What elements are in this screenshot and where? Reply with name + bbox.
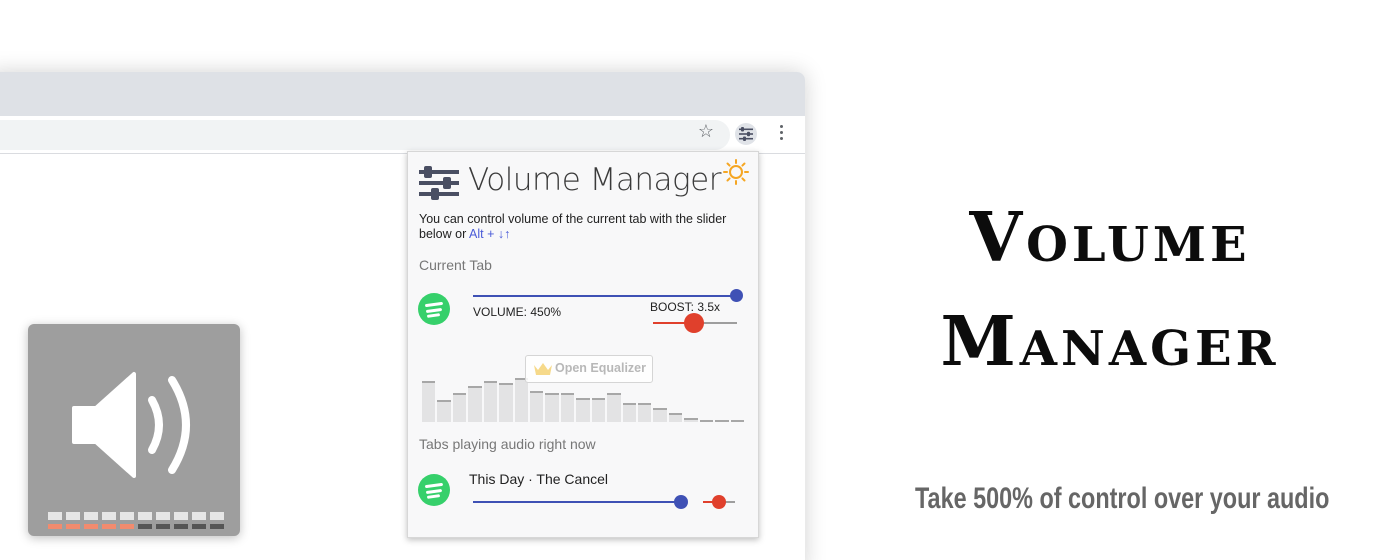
equalizer-band — [452, 393, 467, 422]
equalizer-band — [560, 393, 575, 422]
browser-menu-icon[interactable] — [778, 125, 784, 143]
bookmark-star-icon[interactable]: ☆ — [697, 122, 715, 140]
boost-value-label: BOOST: 3.5x — [650, 300, 721, 314]
level-meter-indicator — [156, 524, 170, 529]
equalizer-band — [514, 378, 528, 422]
tab-title[interactable]: This Day · The Cancel — [469, 471, 608, 487]
tab-strip — [0, 72, 805, 116]
equalizer-band — [499, 383, 513, 422]
equalizer-band — [730, 420, 744, 422]
open-equalizer-button[interactable]: Open Equalizer — [525, 355, 653, 383]
volume-slider-track[interactable] — [473, 295, 737, 297]
tab-volume-slider-knob[interactable] — [674, 495, 688, 509]
equalizer-band — [715, 420, 729, 422]
keyboard-shortcut: Alt + ↓↑ — [469, 227, 511, 241]
level-meter-segment — [102, 512, 116, 520]
level-meter-indicator — [192, 524, 206, 529]
equalizer-band — [422, 381, 436, 422]
speaker-icon — [72, 372, 190, 478]
equalizer-band — [576, 398, 590, 422]
current-tab-label: Current Tab — [419, 257, 492, 273]
level-meter-segment — [120, 512, 134, 520]
equalizer-band — [468, 386, 482, 422]
spotify-icon — [418, 474, 450, 506]
spotify-icon — [418, 293, 450, 325]
level-meter-indicator — [48, 524, 62, 529]
equalizer-band — [607, 393, 621, 422]
level-meter-segment — [48, 512, 62, 520]
equalizer-band — [437, 399, 451, 422]
level-meter-indicator — [66, 524, 80, 529]
tab-boost-slider-knob[interactable] — [712, 495, 726, 509]
sun-theme-icon[interactable] — [722, 158, 750, 186]
volume-manager-logo-icon — [419, 166, 459, 200]
tabs-playing-label: Tabs playing audio right now — [419, 436, 596, 452]
hero-title-line-2: Manager — [940, 302, 1280, 382]
hero-title: Volume Manager — [880, 186, 1340, 394]
speaker-app-tile — [28, 324, 240, 536]
equalizer-band — [684, 418, 698, 422]
level-meter-segment — [84, 512, 98, 520]
description-text: You can control volume of the current ta… — [419, 212, 727, 241]
level-meter-segment — [156, 512, 170, 520]
open-equalizer-label: Open Equalizer — [555, 361, 646, 375]
browser-toolbar: ☆ — [0, 116, 805, 154]
hero-title-line-1: Volume — [969, 198, 1251, 278]
level-meter-segment — [174, 512, 188, 520]
equalizer-band — [668, 413, 683, 422]
address-bar[interactable] — [0, 120, 730, 150]
volume-manager-extension-icon[interactable] — [735, 123, 757, 145]
equalizer-band — [638, 403, 652, 422]
level-meter-indicator — [138, 524, 152, 529]
level-meter-indicator — [174, 524, 188, 529]
equalizer-band — [653, 408, 667, 422]
equalizer-band — [483, 381, 498, 422]
volume-manager-popup: Volume Manager You can control volume of… — [407, 151, 759, 538]
level-meter-segment — [138, 512, 152, 520]
tab-volume-slider-track[interactable] — [473, 501, 681, 503]
equalizer-band — [530, 391, 544, 422]
level-meter-indicator — [84, 524, 98, 529]
tagline: Take 500% of control over your audio — [915, 482, 1330, 515]
equalizer-band — [699, 420, 714, 422]
level-meter-segment — [210, 512, 224, 520]
popup-title: Volume Manager — [468, 162, 721, 198]
equalizer-band — [545, 393, 559, 422]
equalizer-band — [591, 398, 606, 422]
level-meter-indicator — [210, 524, 224, 529]
crown-icon — [534, 363, 552, 375]
level-meter-segment — [66, 512, 80, 520]
boost-slider-knob[interactable] — [684, 313, 704, 333]
volume-slider-knob[interactable] — [730, 289, 743, 302]
popup-description: You can control volume of the current ta… — [419, 212, 755, 242]
level-meter-indicator — [120, 524, 134, 529]
level-meter-indicator — [102, 524, 116, 529]
volume-value-label: VOLUME: 450% — [473, 305, 562, 319]
equalizer-band — [622, 403, 636, 422]
level-meter-segment — [192, 512, 206, 520]
